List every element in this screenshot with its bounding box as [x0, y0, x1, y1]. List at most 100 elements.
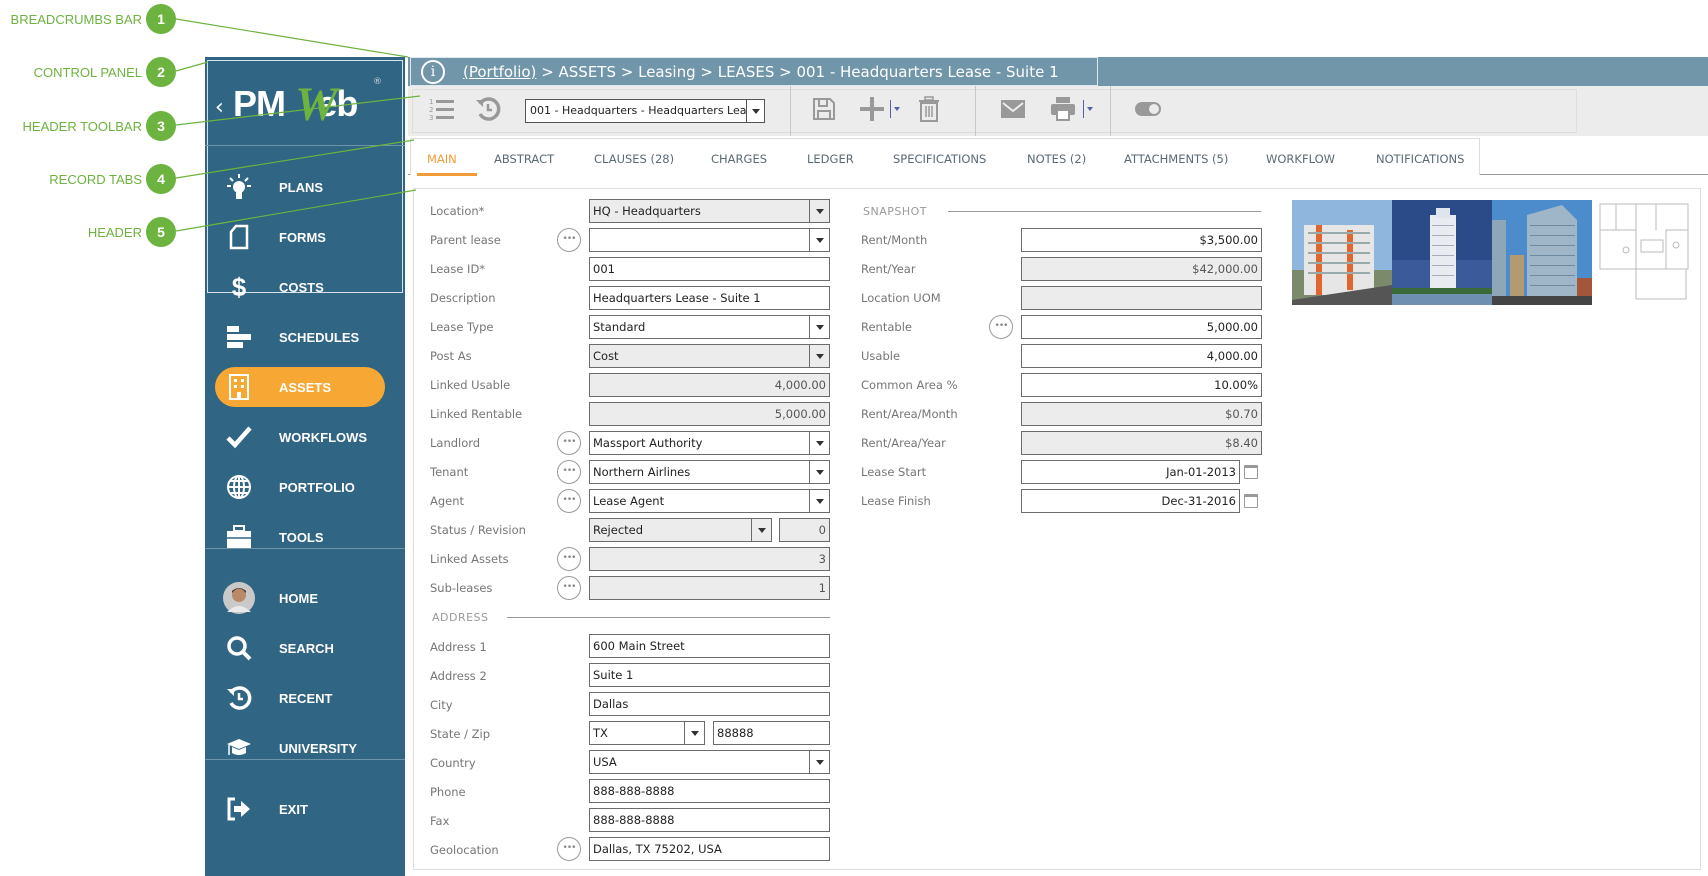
history-icon[interactable]	[474, 95, 502, 123]
tab-workflow[interactable]: WORKFLOW	[1266, 152, 1335, 166]
sidebar-item-label: SEARCH	[279, 640, 334, 656]
field-label: Lease Finish	[861, 494, 931, 508]
toggle-icon[interactable]	[1134, 95, 1162, 123]
zip-input[interactable]: 88888	[713, 721, 830, 745]
location-select[interactable]: HQ - Headquarters	[589, 199, 830, 223]
sidebar-item-home[interactable]: HOME	[215, 578, 395, 618]
calendar-icon[interactable]	[1244, 494, 1258, 508]
sidebar-item-forms[interactable]: FORMS	[215, 217, 395, 257]
sidebar-item-assets[interactable]: ASSETS	[215, 367, 385, 407]
sidebar-item-recent[interactable]: RECENT	[215, 678, 395, 718]
status-select[interactable]: Rejected	[589, 518, 772, 542]
lease-finish-input[interactable]: Dec-31-2016	[1021, 489, 1240, 513]
city-input[interactable]: Dallas	[589, 692, 830, 716]
lease-start-input[interactable]: Jan-01-2013	[1021, 460, 1240, 484]
state-select[interactable]: TX	[589, 721, 705, 745]
avatar	[221, 582, 257, 614]
description-input[interactable]: Headquarters Lease - Suite 1	[589, 286, 830, 310]
rent-month-input[interactable]: $3,500.00	[1021, 228, 1262, 252]
tab-notifications[interactable]: NOTIFICATIONS	[1376, 152, 1464, 166]
post-as-select[interactable]: Cost	[589, 344, 830, 368]
checkmark-icon	[221, 422, 257, 452]
delete-trash-icon[interactable]	[915, 95, 943, 123]
field-label: Location*	[430, 204, 485, 218]
tenant-select[interactable]: Northern Airlines	[589, 460, 830, 484]
rentable-lookup-button[interactable]: •••	[989, 315, 1013, 339]
usable-input[interactable]: 4,000.00	[1021, 344, 1262, 368]
info-icon[interactable]: i	[421, 59, 445, 84]
field-label: Linked Usable	[430, 378, 511, 392]
sidebar-item-label: COSTS	[279, 279, 324, 295]
field-label: Rent/Month	[861, 233, 928, 247]
tab-abstract[interactable]: ABSTRACT	[494, 152, 554, 166]
sidebar-item-tools[interactable]: TOOLS	[215, 517, 395, 557]
geolocation-lookup-button[interactable]: •••	[557, 837, 581, 861]
lease-id-input[interactable]: 001	[589, 257, 830, 281]
chevron-down-icon	[809, 229, 829, 251]
sidebar-item-portfolio[interactable]: PORTFOLIO	[215, 467, 395, 507]
sidebar-item-search[interactable]: SEARCH	[215, 628, 395, 668]
address1-input[interactable]: 600 Main Street	[589, 634, 830, 658]
tab-clauses[interactable]: CLAUSES (28)	[594, 152, 674, 166]
floor-plan-image[interactable]	[1596, 200, 1692, 305]
pmweb-logo[interactable]: ‹ PMWeb W ®	[215, 77, 395, 137]
geolocation-input[interactable]: Dallas, TX 75202, USA	[589, 837, 830, 861]
save-icon[interactable]	[810, 95, 838, 123]
sidebar-item-costs[interactable]: $ COSTS	[215, 267, 395, 307]
parent-lease-select[interactable]	[589, 228, 830, 252]
sidebar-item-exit[interactable]: EXIT	[215, 789, 395, 829]
calendar-icon[interactable]	[1244, 465, 1258, 479]
field-label: Linked Assets	[430, 552, 509, 566]
breadcrumbs-bar: i (Portfolio) > ASSETS > Leasing > LEASE…	[408, 57, 1708, 86]
tab-notes[interactable]: NOTES (2)	[1027, 152, 1086, 166]
lease-type-select[interactable]: Standard	[589, 315, 830, 339]
chevron-down-icon	[809, 200, 829, 222]
landlord-select[interactable]: Massport Authority	[589, 431, 830, 455]
collapse-chevron-icon[interactable]: ‹	[215, 95, 224, 120]
field-label: Linked Rentable	[430, 407, 523, 421]
add-icon[interactable]	[858, 95, 886, 123]
rentable-input[interactable]: 5,000.00	[1021, 315, 1262, 339]
tab-main[interactable]: MAIN	[427, 152, 457, 166]
tenant-lookup-button[interactable]: •••	[557, 460, 581, 484]
country-select[interactable]: USA	[589, 750, 830, 774]
sidebar-item-label: ASSETS	[279, 379, 332, 395]
tab-specifications[interactable]: SPECIFICATIONS	[893, 152, 986, 166]
linked-assets-lookup-button[interactable]: •••	[557, 547, 581, 571]
chevron-down-icon[interactable]	[746, 100, 764, 122]
sidebar-item-workflows[interactable]: WORKFLOWS	[215, 417, 395, 457]
print-dropdown-caret-icon[interactable]	[1087, 107, 1093, 111]
address2-input[interactable]: Suite 1	[589, 663, 830, 687]
tab-ledger[interactable]: LEDGER	[807, 152, 854, 166]
tab-attachments[interactable]: ATTACHMENTS (5)	[1124, 152, 1228, 166]
record-selector-dropdown[interactable]: 001 - Headquarters - Headquarters Lease …	[525, 99, 765, 123]
fax-input[interactable]: 888-888-8888	[589, 808, 830, 832]
field-label: Rent/Area/Year	[861, 436, 946, 450]
numbered-list-icon[interactable]: 123	[428, 95, 456, 123]
sidebar-item-university[interactable]: UNIVERSITY	[215, 728, 395, 768]
field-label: Sub-leases	[430, 581, 493, 595]
breadcrumb-link-portfolio[interactable]: (Portfolio)	[463, 63, 536, 81]
tab-charges[interactable]: CHARGES	[711, 152, 767, 166]
building-photo-1[interactable]	[1292, 200, 1392, 305]
email-icon[interactable]	[999, 95, 1027, 123]
sub-leases-lookup-button[interactable]: •••	[557, 576, 581, 600]
record-tabs: MAIN ABSTRACT CLAUSES (28) CHARGES LEDGE…	[408, 136, 1708, 176]
sidebar-item-schedules[interactable]: SCHEDULES	[215, 317, 395, 357]
agent-lookup-button[interactable]: •••	[557, 489, 581, 513]
callout-label: HEADER	[87, 225, 142, 240]
phone-input[interactable]: 888-888-8888	[589, 779, 830, 803]
building-photo-2[interactable]	[1392, 200, 1492, 305]
sidebar-item-label: PLANS	[279, 179, 324, 195]
agent-select[interactable]: Lease Agent	[589, 489, 830, 513]
svg-text:1: 1	[429, 98, 433, 106]
print-icon[interactable]	[1049, 95, 1077, 123]
field-label: Usable	[861, 349, 901, 363]
add-dropdown-caret-icon[interactable]	[894, 107, 900, 111]
parent-lease-lookup-button[interactable]: •••	[557, 228, 581, 252]
landlord-lookup-button[interactable]: •••	[557, 431, 581, 455]
field-label: Agent	[430, 494, 465, 508]
sidebar-item-plans[interactable]: PLANS	[215, 167, 395, 207]
building-photo-3[interactable]	[1492, 200, 1592, 305]
common-area-input[interactable]: 10.00%	[1021, 373, 1262, 397]
